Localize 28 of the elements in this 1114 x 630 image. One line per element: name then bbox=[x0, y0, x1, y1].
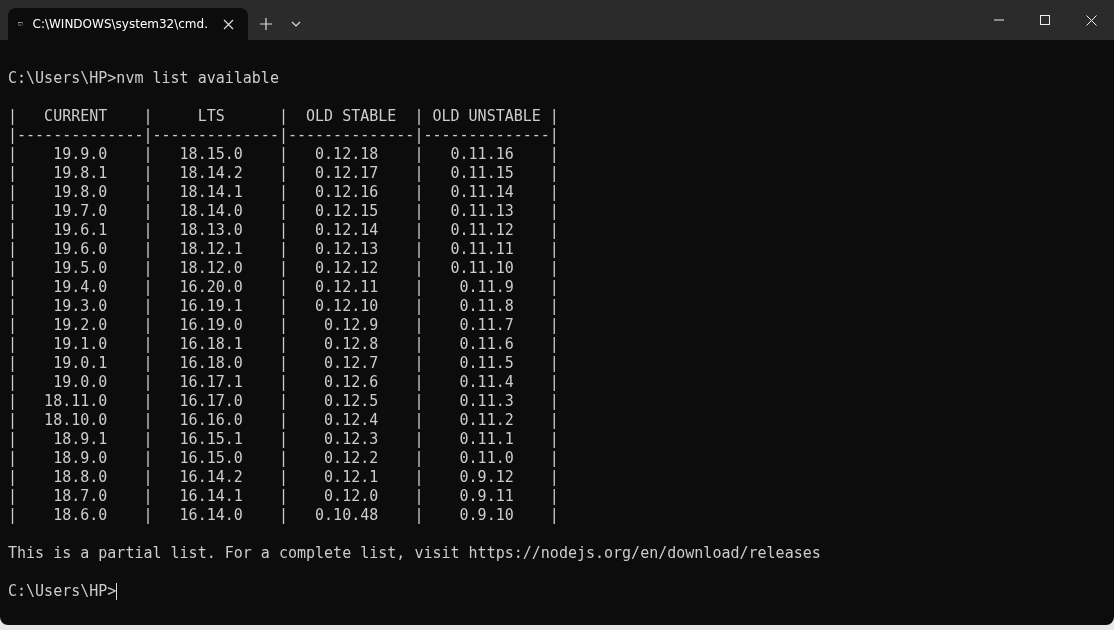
table-line: | 19.6.1 | 18.13.0 | 0.12.14 | 0.11.12 | bbox=[8, 221, 559, 240]
tab-title: C:\WINDOWS\system32\cmd. bbox=[32, 17, 208, 31]
table-line: |--------------|--------------|--------------|--------------| bbox=[8, 126, 559, 145]
text-cursor bbox=[116, 583, 118, 600]
table-line: | 18.11.0 | 16.17.0 | 0.12.5 | 0.11.3 | bbox=[8, 392, 559, 411]
table-line: | 19.6.0 | 18.12.1 | 0.12.13 | 0.11.11 | bbox=[8, 240, 559, 259]
table-line: | 19.1.0 | 16.18.1 | 0.12.8 | 0.11.6 | bbox=[8, 335, 559, 354]
table-line: | 19.8.1 | 18.14.2 | 0.12.17 | 0.11.15 | bbox=[8, 164, 559, 183]
table-line: | 18.7.0 | 16.14.1 | 0.12.0 | 0.9.11 | bbox=[8, 487, 559, 506]
table-line: | 19.9.0 | 18.15.0 | 0.12.18 | 0.11.16 | bbox=[8, 145, 559, 164]
table-line: | CURRENT | LTS | OLD STABLE | OLD UNSTABLE | bbox=[8, 107, 559, 126]
table-line: | 19.2.0 | 16.19.0 | 0.12.9 | 0.11.7 | bbox=[8, 316, 559, 335]
table-line: | 19.5.0 | 18.12.0 | 0.12.12 | 0.11.10 | bbox=[8, 259, 559, 278]
table-line: | 19.0.0 | 16.17.1 | 0.12.6 | 0.11.4 | bbox=[8, 373, 559, 392]
table-line: | 18.9.0 | 16.15.0 | 0.12.2 | 0.11.0 | bbox=[8, 449, 559, 468]
table-line: | 19.7.0 | 18.14.0 | 0.12.15 | 0.11.13 | bbox=[8, 202, 559, 221]
table-line: | 19.8.0 | 18.14.1 | 0.12.16 | 0.11.14 | bbox=[8, 183, 559, 202]
prompt-text: C:\Users\HP> bbox=[8, 582, 117, 601]
terminal-tab[interactable]: C:\WINDOWS\system32\cmd. bbox=[8, 8, 248, 40]
table-line: | 18.10.0 | 16.16.0 | 0.12.4 | 0.11.2 | bbox=[8, 411, 559, 430]
command-line: C:\Users\HP>nvm list available bbox=[8, 69, 279, 88]
table-line: | 18.8.0 | 16.14.2 | 0.12.1 | 0.9.12 | bbox=[8, 468, 559, 487]
table-line: | 18.9.1 | 16.15.1 | 0.12.3 | 0.11.1 | bbox=[8, 430, 559, 449]
table-line: | 19.0.1 | 16.18.0 | 0.12.7 | 0.11.5 | bbox=[8, 354, 559, 373]
table-line: | 19.4.0 | 16.20.0 | 0.12.11 | 0.11.9 | bbox=[8, 278, 559, 297]
table-line: | 18.6.0 | 16.14.0 | 0.10.48 | 0.9.10 | bbox=[8, 506, 559, 525]
info-message: This is a partial list. For a complete list, visit https://nodejs.org/en/download/releases bbox=[8, 544, 821, 563]
table-line: | 19.3.0 | 16.19.1 | 0.12.10 | 0.11.8 | bbox=[8, 297, 559, 316]
